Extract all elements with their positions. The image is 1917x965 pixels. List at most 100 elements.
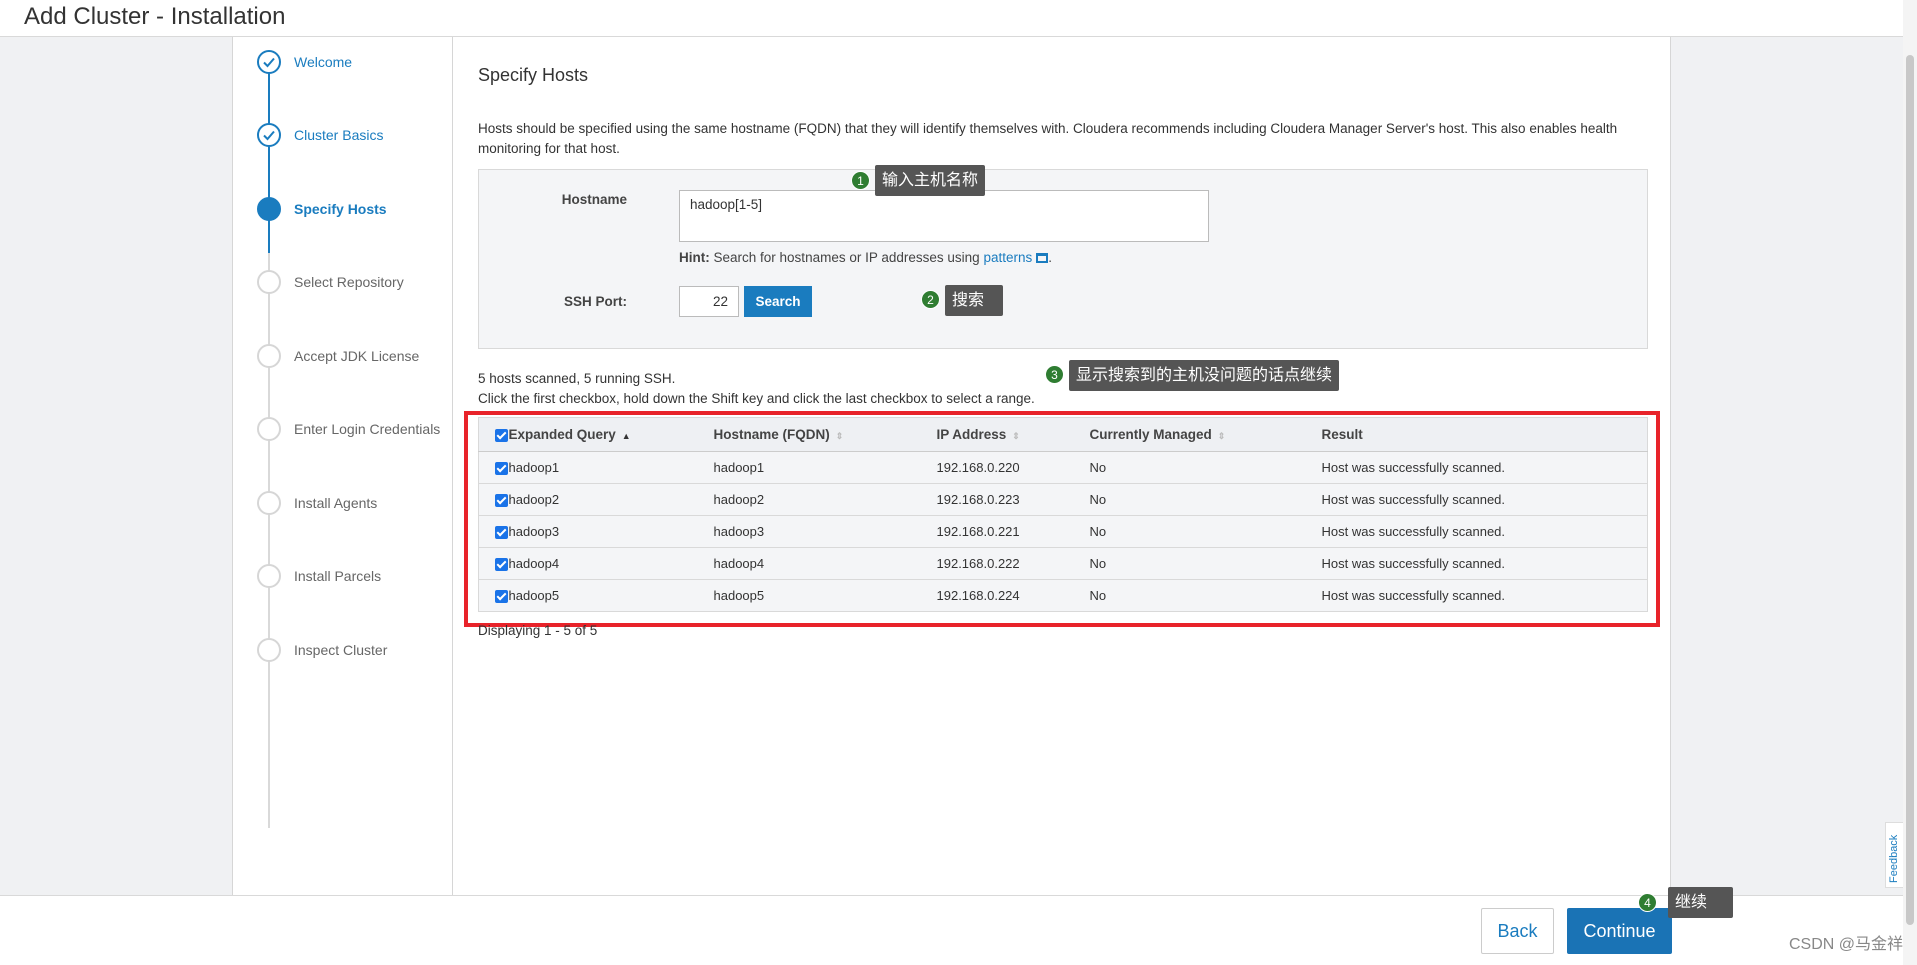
- cell-managed: No: [1089, 483, 1322, 516]
- main-content: Specify Hosts Hosts should be specified …: [464, 37, 1670, 895]
- ssh-port-input[interactable]: [679, 286, 739, 317]
- row-checkbox[interactable]: [495, 494, 508, 508]
- row-checkbox[interactable]: [495, 526, 508, 540]
- back-button[interactable]: Back: [1481, 908, 1554, 954]
- scan-summary: 5 hosts scanned, 5 running SSH.: [478, 371, 676, 386]
- hint-text: Search for hostnames or IP addresses usi…: [713, 250, 980, 265]
- cell-fqdn: hadoop4: [713, 547, 937, 580]
- cell-fqdn: hadoop3: [713, 515, 937, 548]
- section-description: Hosts should be specified using the same…: [478, 121, 1618, 156]
- pending-step-circle-icon: [257, 270, 281, 294]
- step-label: Enter Login Credentials: [294, 421, 441, 437]
- cell-managed: No: [1089, 547, 1322, 580]
- sort-icon: ⇕: [1217, 431, 1226, 441]
- table-row: hadoop1 hadoop1 192.168.0.220 No Host wa…: [478, 451, 1648, 484]
- annotation-badge-4: 4: [1638, 893, 1657, 912]
- step-label: Select Repository: [294, 274, 404, 290]
- continue-button[interactable]: Continue: [1567, 908, 1672, 954]
- step-label: Inspect Cluster: [294, 642, 388, 658]
- scan-status: 5 hosts scanned, 5 running SSH. Click th…: [478, 369, 1035, 409]
- pending-step-circle-icon: [257, 344, 281, 368]
- csdn-watermark: CSDN @马金祥: [1788, 936, 1903, 953]
- cell-managed: No: [1089, 579, 1322, 612]
- cell-query: hadoop4: [508, 547, 714, 580]
- wizard-footer: Back Continue CSDN @马金祥: [0, 895, 1917, 965]
- cell-result: Host was successfully scanned.: [1321, 579, 1648, 612]
- step-label: Install Agents: [294, 495, 378, 511]
- step-label: Accept JDK License: [294, 348, 420, 364]
- wizard-steps: Welcome Cluster Basics Specify Hosts Sel…: [233, 37, 453, 895]
- annotation-badge-3: 3: [1045, 365, 1064, 384]
- patterns-link[interactable]: patterns: [983, 250, 1032, 265]
- col-ip-address[interactable]: IP Address ⇕: [936, 417, 1090, 452]
- annotation-callout-4: 继续: [1668, 887, 1733, 918]
- wizard-panel: Welcome Cluster Basics Specify Hosts Sel…: [232, 37, 1671, 895]
- cell-ip: 192.168.0.222: [936, 547, 1090, 580]
- pending-step-circle-icon: [257, 491, 281, 515]
- table-header-row: Expanded Query ▲ Hostname (FQDN) ⇕ IP Addr…: [478, 417, 1648, 452]
- cell-managed: No: [1089, 515, 1322, 548]
- col-result: Result: [1321, 417, 1648, 452]
- cell-ip: 192.168.0.221: [936, 515, 1090, 548]
- row-checkbox[interactable]: [495, 558, 508, 572]
- step-label: Specify Hosts: [294, 201, 387, 217]
- step-label: Install Parcels: [294, 568, 382, 584]
- pagination-info: Displaying 1 - 5 of 5: [478, 623, 598, 638]
- table-row: hadoop3 hadoop3 192.168.0.221 No Host wa…: [478, 515, 1648, 548]
- ssh-port-label: SSH Port:: [563, 294, 627, 309]
- annotation-badge-2: 2: [921, 290, 940, 309]
- search-button[interactable]: Search: [744, 286, 812, 317]
- hostname-hint: Hint: Search for hostnames or IP address…: [679, 250, 1052, 265]
- table-row: hadoop4 hadoop4 192.168.0.222 No Host wa…: [478, 547, 1648, 580]
- cell-query: hadoop2: [508, 483, 714, 516]
- check-icon: [257, 50, 281, 74]
- scrollbar-thumb[interactable]: [1906, 55, 1914, 925]
- range-select-instructions: Click the first checkbox, hold down the …: [478, 391, 1035, 406]
- row-checkbox[interactable]: [495, 462, 508, 476]
- cell-query: hadoop3: [508, 515, 714, 548]
- feedback-tab[interactable]: Feedback: [1885, 822, 1905, 888]
- pending-step-circle-icon: [257, 638, 281, 662]
- popup-window-icon[interactable]: [1036, 253, 1049, 263]
- cell-result: Host was successfully scanned.: [1321, 451, 1648, 484]
- cell-fqdn: hadoop2: [713, 483, 937, 516]
- step-label: Welcome: [294, 54, 353, 70]
- sort-icon: ⇕: [1012, 431, 1020, 441]
- hostname-label: Hostname: [561, 192, 627, 207]
- cell-ip: 192.168.0.224: [936, 579, 1090, 612]
- select-all-checkbox[interactable]: [495, 428, 508, 442]
- row-checkbox[interactable]: [495, 590, 508, 604]
- page-title: Add Cluster - Installation: [24, 3, 286, 30]
- col-currently-managed[interactable]: Currently Managed ⇕: [1089, 417, 1322, 452]
- col-expanded-query[interactable]: Expanded Query ▲: [508, 417, 714, 452]
- sort-asc-icon: ▲: [621, 431, 631, 441]
- check-icon: [257, 123, 281, 147]
- cell-result: Host was successfully scanned.: [1321, 483, 1648, 516]
- sort-icon: ⇕: [835, 431, 844, 441]
- hint-prefix: Hint:: [679, 250, 710, 265]
- cell-ip: 192.168.0.220: [936, 451, 1090, 484]
- section-title: Specify Hosts: [478, 65, 589, 85]
- cell-result: Host was successfully scanned.: [1321, 547, 1648, 580]
- cell-result: Host was successfully scanned.: [1321, 515, 1648, 548]
- annotation-callout-3: 显示搜索到的主机没问题的话点继续: [1069, 360, 1340, 391]
- cell-fqdn: hadoop5: [713, 579, 937, 612]
- host-search-form: Hostname hadoop[1-5] Hint: Search for ho…: [478, 169, 1648, 349]
- hostname-input[interactable]: hadoop[1-5]: [679, 190, 1209, 242]
- active-step-dot-icon: [257, 197, 281, 221]
- table-row: hadoop2 hadoop2 192.168.0.223 No Host wa…: [478, 483, 1648, 516]
- cell-query: hadoop1: [508, 451, 714, 484]
- select-all-cell[interactable]: [478, 417, 509, 452]
- hosts-table: Expanded Query ▲ Hostname (FQDN) ⇕ IP Addr…: [478, 417, 1648, 612]
- cell-query: hadoop5: [508, 579, 714, 612]
- pending-step-circle-icon: [257, 417, 281, 441]
- step-label: Cluster Basics: [294, 127, 384, 143]
- step-connector-line-done: [268, 73, 270, 253]
- cell-ip: 192.168.0.223: [936, 483, 1090, 516]
- cell-managed: No: [1089, 451, 1322, 484]
- pending-step-circle-icon: [257, 564, 281, 588]
- cell-fqdn: hadoop1: [713, 451, 937, 484]
- col-hostname-fqdn[interactable]: Hostname (FQDN) ⇕: [713, 417, 937, 452]
- annotation-badge-1: 1: [851, 171, 870, 190]
- hint-suffix: .: [1048, 250, 1052, 265]
